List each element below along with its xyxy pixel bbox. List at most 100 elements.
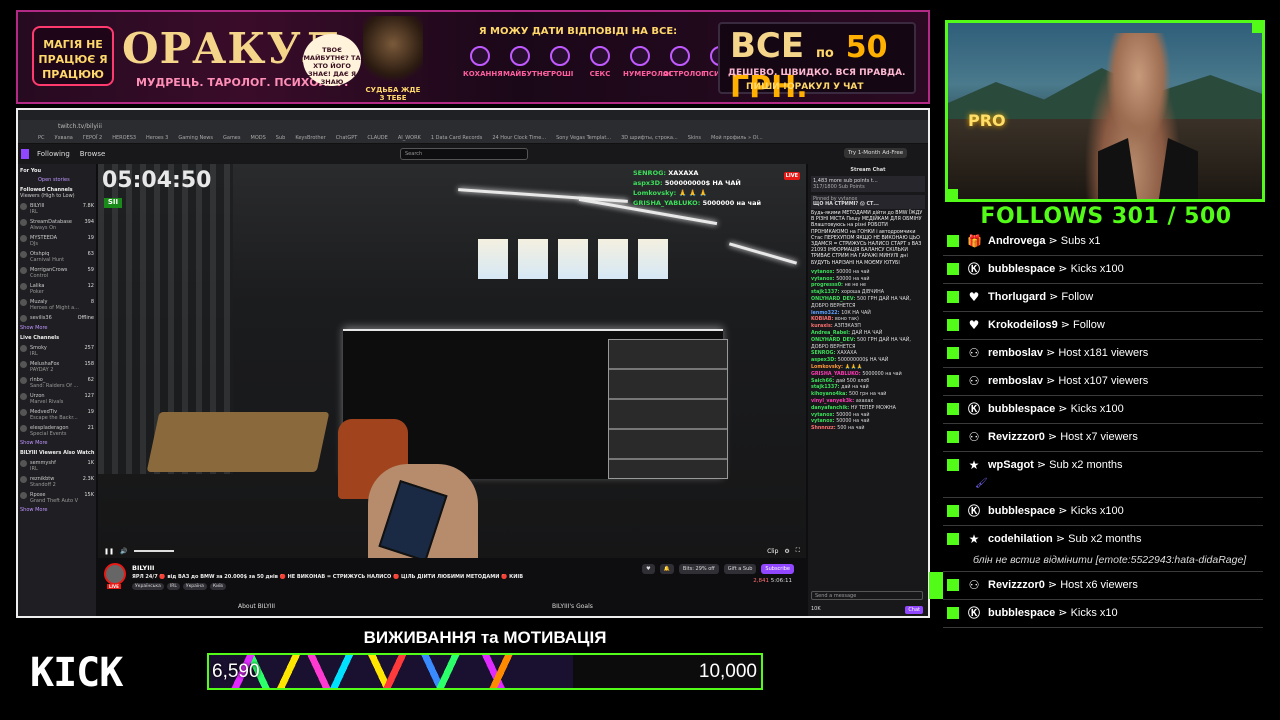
chat-username[interactable]: vytanox: xyxy=(811,419,836,424)
goals-tab[interactable]: BILYIII's Goals xyxy=(552,603,593,610)
sidebar-channel[interactable]: MelushaFox PAYDAY 2 158 xyxy=(20,361,96,373)
show-more-link[interactable]: Show More xyxy=(20,325,96,331)
bookmark-item[interactable]: HEROES3 xyxy=(112,135,136,141)
chat-username[interactable]: Lomkovsky: xyxy=(811,365,845,370)
bookmark-item[interactable]: 24 Hour Clock Time... xyxy=(492,135,546,141)
chat-username[interactable]: stajk1337: xyxy=(811,385,841,390)
sidebar-channel[interactable]: Lalika Poker 12 xyxy=(20,283,96,295)
sidebar-channel[interactable]: MedvedTiv Escape the Backr... 19 xyxy=(20,409,96,421)
nav-browse[interactable]: Browse xyxy=(80,150,106,158)
chat-username[interactable]: aspex3D: xyxy=(811,358,838,363)
stream-tag[interactable]: Українська xyxy=(132,583,164,590)
chat-username[interactable]: progresss0: xyxy=(811,283,845,288)
sidebar-channel[interactable]: Urzon Marvel Rivals 127 xyxy=(20,393,96,405)
sidebar-channel[interactable]: Smoky IRL 257 xyxy=(20,345,96,357)
nav-following[interactable]: Following xyxy=(37,150,70,158)
sidebar-channel[interactable]: StreamDatabase Always On 394 xyxy=(20,219,96,231)
subscribe-button[interactable]: Subscribe xyxy=(761,564,794,574)
chat-input[interactable]: Send a message xyxy=(811,591,923,600)
sub-points-card: 1,483 more sub points t... 317/1800 Sub … xyxy=(811,176,925,192)
sidebar-channel[interactable]: semmyshf IRL 1K xyxy=(20,460,96,472)
twitch-search-input[interactable]: Search xyxy=(400,148,528,160)
settings-icon[interactable]: ⚙ xyxy=(784,548,789,555)
chat-username[interactable]: GRISHA_YABLUKO: xyxy=(811,372,862,377)
sidebar-channel[interactable]: MYSTEEDA DJs 19 xyxy=(20,235,96,247)
bookmark-item[interactable]: ГЕРОЇ 2 xyxy=(83,135,102,141)
chat-username[interactable]: vytanox: xyxy=(811,270,836,275)
bookmark-item[interactable]: Skins xyxy=(688,135,701,141)
streamer-avatar[interactable] xyxy=(104,563,126,585)
bookmark-item[interactable]: AI_WORK xyxy=(398,135,421,141)
pinned-message[interactable]: Pinned by vytanox ЩО НА СТРИМІ? 😱 СТ... xyxy=(811,195,925,209)
bookmark-item[interactable]: Sub xyxy=(276,135,286,141)
browser-url-bar[interactable]: twitch.tv/bilyiii xyxy=(18,120,928,132)
overlay-chat-text: ХАХАХА xyxy=(668,169,699,177)
chat-username[interactable]: KOBIAB: xyxy=(811,317,835,322)
chat-username[interactable]: Shnnnzz: xyxy=(811,426,837,431)
sidebar-channel[interactable]: rlnbo_ Sand: Raiders Of ... 62 xyxy=(20,377,96,389)
stream-tag[interactable]: Київ xyxy=(209,583,226,590)
sidebar-channel[interactable]: reznikbtw Standoff 2 2.3K xyxy=(20,476,96,488)
channel-points-balance[interactable]: 10K xyxy=(811,606,821,614)
chat-username[interactable]: vytanox: xyxy=(811,277,836,282)
try-ad-free-button[interactable]: Try 1-Month Ad-Free xyxy=(844,148,908,158)
chat-username[interactable]: danyafanchik: xyxy=(811,406,851,411)
chat-username[interactable]: SENROG: xyxy=(811,351,837,356)
bookmark-item[interactable]: Gaming News xyxy=(178,135,213,141)
browser-tab-bar[interactable] xyxy=(18,110,928,120)
twitch-logo-icon[interactable] xyxy=(21,149,29,159)
sidebar-channel[interactable]: MorriganCrows Control 59 xyxy=(20,267,96,279)
url-text[interactable]: twitch.tv/bilyiii xyxy=(58,123,102,130)
show-more-also-link[interactable]: Show More xyxy=(20,507,96,513)
bookmark-item[interactable]: Sony Vegas Templat... xyxy=(556,135,611,141)
notifications-icon[interactable]: 🔔 xyxy=(659,564,674,574)
chat-username[interactable]: lenmo322: xyxy=(811,311,841,316)
bookmark-item[interactable]: PC xyxy=(38,135,45,141)
sidebar-channel[interactable]: Rpoxe Grand Theft Auto V 15K xyxy=(20,492,96,504)
sidebar-channel[interactable]: Muzaly Heroes of Might a... 8 xyxy=(20,299,96,311)
bookmark-item[interactable]: 1 Data Card Records xyxy=(431,135,482,141)
about-tab[interactable]: About BILYIII xyxy=(238,603,275,610)
bookmark-item[interactable]: MODS xyxy=(251,135,266,141)
chat-username[interactable]: stajk1337: xyxy=(811,290,841,295)
chat-username[interactable]: kihoyano4ka: xyxy=(811,392,849,397)
alert-action: ⋗ Follow xyxy=(1046,291,1094,303)
bookmark-item[interactable]: KeysBrother xyxy=(295,135,325,141)
chat-username[interactable]: ONLYHARD_DEV: xyxy=(811,297,857,302)
chat-username[interactable]: ONLYHARD_DEV: xyxy=(811,338,857,343)
open-stories-link[interactable]: Open stories xyxy=(38,177,96,183)
bookmark-item[interactable]: ChatGPT xyxy=(336,135,358,141)
fullscreen-icon[interactable]: ⛶ xyxy=(796,547,800,555)
gift-sub-button[interactable]: Gift a Sub xyxy=(723,564,757,574)
chat-username[interactable]: kuraxis: xyxy=(811,324,834,329)
chat-username[interactable]: vytanox: xyxy=(811,413,836,418)
sidebar-channel[interactable]: BILYIII IRL 7.8K xyxy=(20,203,96,215)
live-badge: LIVE xyxy=(783,172,800,180)
stream-tag[interactable]: Україна xyxy=(182,583,207,590)
bits-button[interactable]: Bits: 29% off xyxy=(678,564,719,574)
follow-heart-icon[interactable]: ♥ xyxy=(642,564,655,574)
chat-username[interactable]: Andrea_Rabel: xyxy=(811,331,852,336)
bookmark-item[interactable]: 3D шрифты, строка... xyxy=(621,135,678,141)
sidebar-channel[interactable]: elespladeragon Special Events 21 xyxy=(20,425,96,437)
goal-progress-fill xyxy=(209,655,573,688)
chat-username[interactable]: vinyl_vanyek3k: xyxy=(811,399,856,404)
chat-username[interactable]: Saich66: xyxy=(811,379,836,384)
video-player[interactable]: 05:04:50 SII LIVE SENROG: ХАХАХА aspx3D: … xyxy=(98,164,806,558)
volume-slider[interactable] xyxy=(133,550,174,552)
bookmark-item[interactable]: CLAUDE xyxy=(367,135,387,141)
sidebar-channel[interactable]: Otshpiq Carnival Hunt 63 xyxy=(20,251,96,263)
bookmark-item[interactable]: Мой профиль » Ol... xyxy=(711,135,763,141)
pause-icon[interactable]: ❚❚ xyxy=(104,548,114,555)
bookmark-item[interactable]: Heroes 3 xyxy=(146,135,168,141)
stream-tag[interactable]: IRL xyxy=(166,583,180,590)
sidebar-channel[interactable]: sevilis36 Offline xyxy=(20,315,96,322)
show-more-live-link[interactable]: Show More xyxy=(20,440,96,446)
chat-send-button[interactable]: Chat xyxy=(905,606,923,614)
pinned-body: Будь-якими МЕТОДАМИ дійти до BMW ЇЖДУ В … xyxy=(811,211,923,266)
volume-icon[interactable]: 🔊 xyxy=(120,548,127,555)
clip-button[interactable]: Clip xyxy=(767,548,778,555)
bookmark-item[interactable]: Games xyxy=(223,135,241,141)
bookmark-item[interactable]: Ухвала xyxy=(55,135,73,141)
streamer-name[interactable]: BILYIII xyxy=(132,564,154,572)
